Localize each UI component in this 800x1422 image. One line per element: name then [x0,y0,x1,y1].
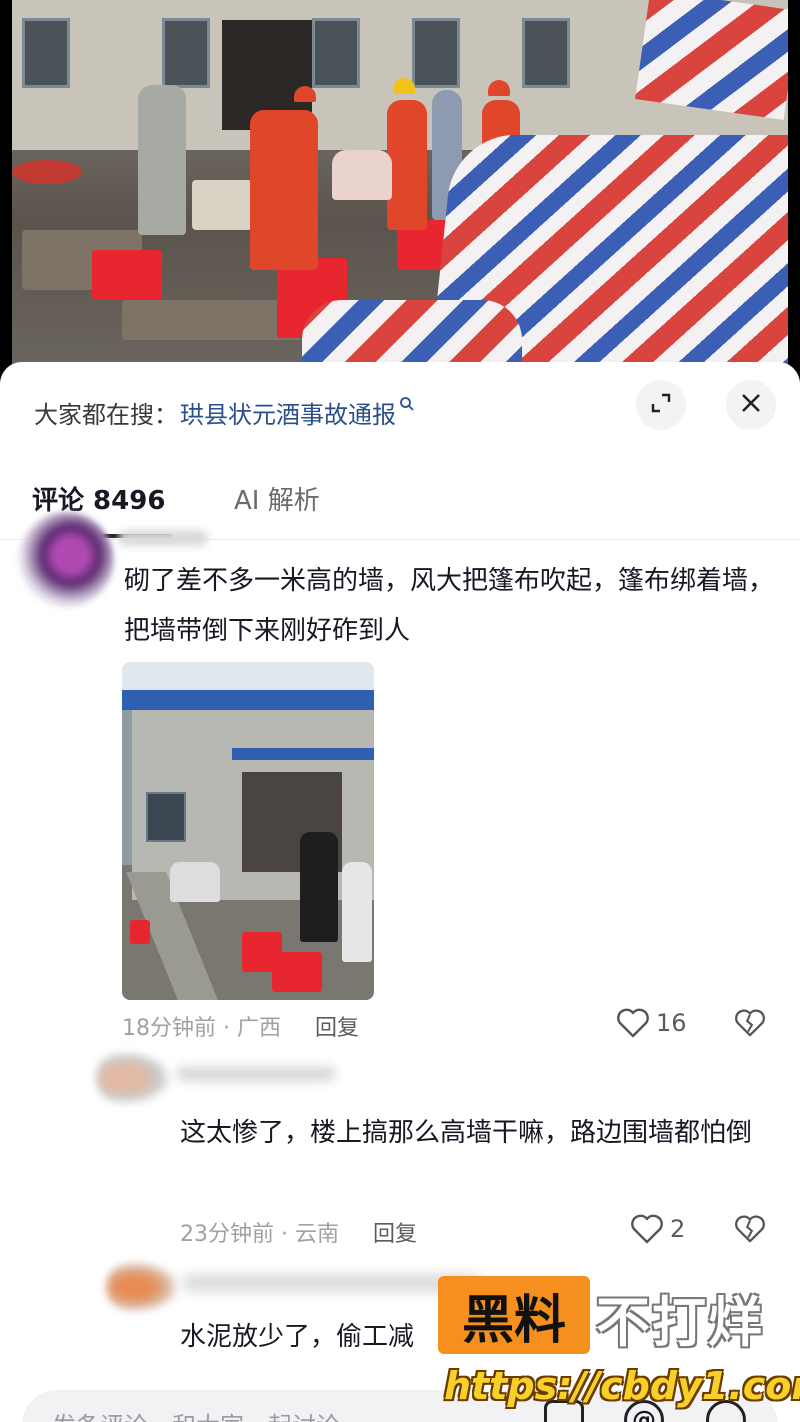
blurred-username [182,1274,482,1292]
image-person [170,862,220,902]
injured-person [332,150,392,200]
broken-heart-icon [734,1008,766,1038]
trending-search-prefix: 大家都在搜： [34,400,178,429]
accident-scene-photo [12,0,788,366]
tarp [635,0,788,120]
comment-image[interactable] [122,662,374,1000]
expand-button[interactable] [636,380,686,430]
image-blue-band [232,748,374,760]
like-button[interactable]: 16 [616,1008,687,1038]
close-icon [739,389,763,422]
watermark: 黑料 不打烊 https://cbdy1.com [438,1276,800,1422]
expand-icon [649,391,673,419]
avatar[interactable] [96,1052,170,1104]
dislike-button[interactable] [734,1008,766,1038]
rubble [192,180,252,230]
image-person [342,862,372,962]
comment-meta: 18分钟前 · 广西 回复 [122,1010,359,1042]
watermark-box-text: 黑料 [438,1276,590,1354]
close-button[interactable] [726,380,776,430]
firefighter [387,100,427,230]
trending-search-link[interactable]: 珙县状元酒事故通报 [180,395,396,430]
firefighter-helmet [488,80,510,96]
broken-heart-icon [734,1214,766,1244]
window [522,18,570,88]
reply-button[interactable]: 回复 [373,1216,417,1248]
tab-ai-analysis[interactable]: AI 解析 [234,480,320,517]
trending-search[interactable]: 大家都在搜： 珙县状元酒事故通报 [34,392,415,432]
red-stool [92,250,162,300]
comment-text: 这太惨了，楼上搞那么高墙干嘛，路边围墙都怕倒 [180,1118,753,1148]
like-count: 16 [656,1009,687,1037]
video-preview[interactable] [0,0,800,400]
heart-icon [616,1008,650,1038]
tab-comments[interactable]: 评论 8496 [32,480,165,517]
comment-input-placeholder: 发条评论，和大家一起讨论 [52,1406,340,1422]
image-roof [122,690,374,710]
blurred-username [118,530,208,546]
comment-time-location: 18分钟前 · 广西 [122,1016,281,1041]
tarp [302,300,522,366]
firefighter-helmet [393,78,415,94]
like-button[interactable]: 2 [630,1214,685,1244]
firefighter-helmet [294,86,316,102]
watermark-url: https://cbdy1.com [444,1364,800,1408]
comment-text: 砌了差不多一米高的墙，风大把篷布吹起，篷布绑着墙，把墙带倒下来刚好砟到人 [124,566,775,646]
watermark-right-text: 不打烊 [596,1291,764,1354]
image-window [146,792,186,842]
bystander [138,85,186,235]
window [412,18,460,88]
comment-time-location: 23分钟前 · 云南 [180,1222,339,1247]
window [162,18,210,88]
dislike-button[interactable] [734,1214,766,1244]
reply-button[interactable]: 回复 [315,1010,359,1042]
avatar[interactable] [18,512,114,608]
blurred-username [176,1066,336,1082]
firefighter [250,110,318,270]
avatar[interactable] [106,1262,178,1312]
search-icon[interactable] [399,396,415,416]
image-red-stool [130,920,150,944]
image-person [300,832,338,942]
comment-tabs: 评论 8496 AI 解析 [0,470,800,540]
rubble [122,300,302,340]
red-table [12,160,82,184]
comment-meta: 23分钟前 · 云南 回复 [180,1216,417,1248]
image-red-stool [272,952,322,992]
heart-icon [630,1214,664,1244]
window [312,18,360,88]
like-count: 2 [670,1215,686,1243]
window [22,18,70,88]
